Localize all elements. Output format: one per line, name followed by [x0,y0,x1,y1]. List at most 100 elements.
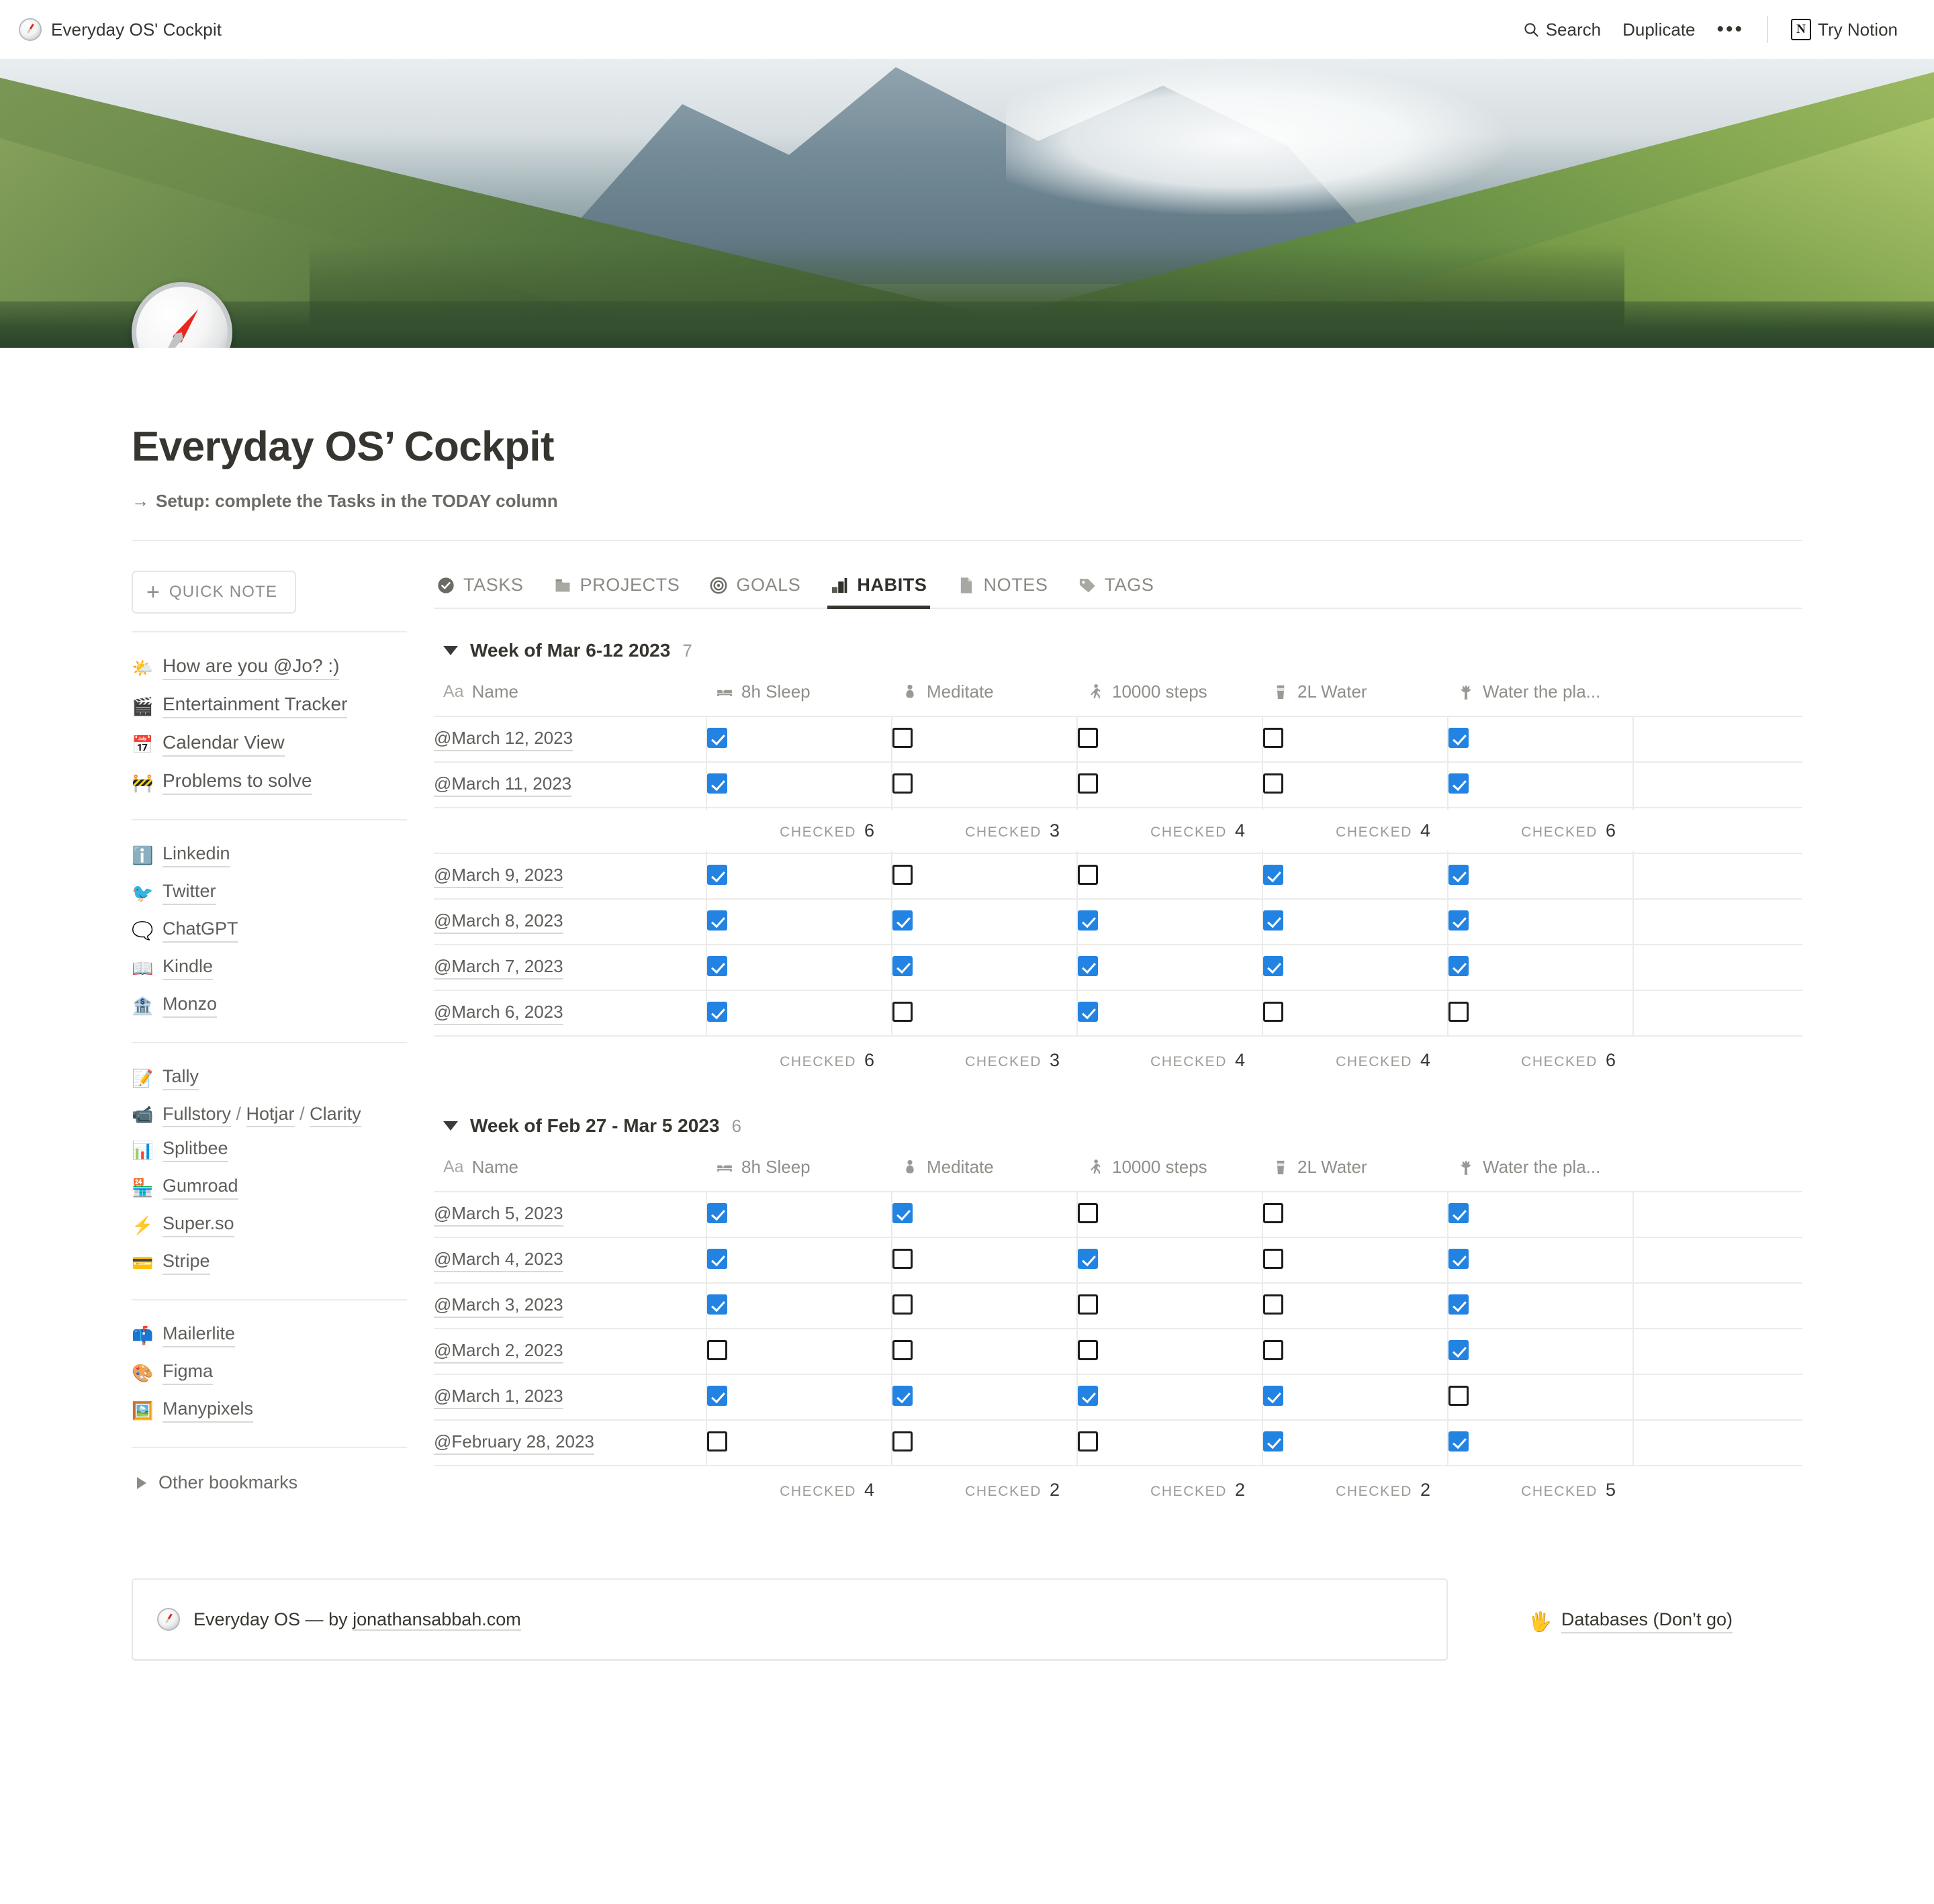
checkbox[interactable] [1448,955,1469,976]
table-row[interactable]: @March 4, 2023 [434,1237,1802,1283]
checkbox[interactable] [1448,1339,1469,1360]
habit-cell-meditate[interactable] [891,1192,1077,1237]
checkbox[interactable] [707,1202,727,1223]
habit-cell-8h-sleep[interactable] [706,762,892,808]
row-date-link[interactable]: @February 28, 2023 [434,1431,594,1455]
row-date-link[interactable]: @March 6, 2023 [434,1002,563,1025]
column-header-meditate[interactable]: Meditate [892,677,1077,716]
checkbox[interactable] [1078,818,1098,839]
checkbox[interactable] [1448,910,1469,931]
sidebar-item-super-so[interactable]: ⚡ Super.so [132,1206,407,1244]
habit-cell-water-the-pla[interactable] [1447,808,1633,853]
checkbox[interactable] [892,1385,913,1406]
habit-cell-8h-sleep[interactable] [706,990,892,1036]
try-notion-button[interactable]: N Try Notion [1780,15,1908,44]
checkbox[interactable] [892,910,913,931]
habit-cell-meditate[interactable] [891,1420,1077,1466]
checkbox[interactable] [892,727,913,748]
habit-cell-8h-sleep[interactable] [706,1192,892,1237]
checkbox[interactable] [1078,955,1098,976]
credit-link[interactable]: jonathansabbah.com [353,1609,521,1631]
column-header-10000-steps[interactable]: 10000 steps [1077,1153,1262,1192]
checkbox[interactable] [1448,1248,1469,1269]
checkbox[interactable] [1263,1248,1283,1269]
habit-cell-10000-steps[interactable] [1076,1420,1262,1466]
link-clarity[interactable]: Clarity [310,1104,361,1127]
summary-cell[interactable]: CHECKED 2 [892,1465,1077,1514]
summary-cell[interactable]: CHECKED 5 [1448,1465,1633,1514]
checkbox[interactable] [707,1248,727,1269]
habit-cell-2l-water[interactable] [1262,1374,1448,1420]
habit-cell-10000-steps[interactable] [1076,945,1262,990]
checkbox[interactable] [1448,1385,1469,1406]
sidebar-item-problems-to-solve[interactable]: 🚧 Problems to solve [132,763,407,802]
checkbox[interactable] [1263,1385,1283,1406]
summary-cell[interactable]: CHECKED 6 [1448,1035,1633,1084]
checkbox[interactable] [1263,910,1283,931]
habit-cell-8h-sleep[interactable] [706,1374,892,1420]
checkbox[interactable] [1078,1294,1098,1315]
link-hotjar[interactable]: Hotjar [246,1104,295,1127]
checkbox[interactable] [892,1001,913,1022]
sidebar-item-manypixels[interactable]: 🖼️ Manypixels [132,1392,407,1429]
habit-cell-water-the-pla[interactable] [1447,1283,1633,1329]
habit-cell-meditate[interactable] [891,990,1077,1036]
checkbox[interactable] [892,1431,913,1451]
checkbox[interactable] [1078,1202,1098,1223]
checkbox[interactable] [892,955,913,976]
habit-cell-meditate[interactable] [891,1283,1077,1329]
habit-cell-2l-water[interactable] [1262,1420,1448,1466]
sidebar-item-twitter[interactable]: 🐦 Twitter [132,874,407,912]
table-row[interactable]: @March 8, 2023 [434,899,1802,945]
checkbox[interactable] [1078,1001,1098,1022]
column-header-water-the-plants[interactable]: Water the pla... [1448,677,1633,716]
habit-cell-2l-water[interactable] [1262,808,1448,853]
checkbox[interactable] [892,864,913,885]
habit-cell-2l-water[interactable] [1262,945,1448,990]
habit-cell-8h-sleep[interactable] [706,1283,892,1329]
other-bookmarks-toggle[interactable]: Other bookmarks [132,1464,407,1493]
habit-cell-10000-steps[interactable] [1076,1329,1262,1374]
table-row[interactable]: @March 3, 2023 [434,1283,1802,1329]
sidebar-item-linkedin[interactable]: ℹ️ Linkedin [132,837,407,874]
habit-cell-water-the-pla[interactable] [1447,1420,1633,1466]
row-date-link[interactable]: @March 1, 2023 [434,1386,563,1409]
checkbox[interactable] [1448,773,1469,794]
summary-cell[interactable]: CHECKED 4 [1262,1035,1448,1084]
table-row[interactable]: @March 10, 2023 [434,808,1802,853]
sidebar-item-tally[interactable]: 📝 Tally [132,1059,407,1097]
habit-cell-2l-water[interactable] [1262,1283,1448,1329]
habit-cell-meditate[interactable] [891,899,1077,945]
column-header-10000-steps[interactable]: 10000 steps [1077,677,1262,716]
summary-cell[interactable]: CHECKED 2 [1262,1465,1448,1514]
habit-cell-10000-steps[interactable] [1076,899,1262,945]
checkbox[interactable] [1078,1385,1098,1406]
table-row[interactable]: @March 2, 2023 [434,1329,1802,1374]
checkbox[interactable] [1448,727,1469,748]
sidebar-item-figma[interactable]: 🎨 Figma [132,1354,407,1392]
row-date-link[interactable]: @March 12, 2023 [434,728,573,751]
checkbox[interactable] [1448,1202,1469,1223]
column-header-water-the-plants[interactable]: Water the pla... [1448,1153,1633,1192]
summary-cell[interactable]: CHECKED 2 [1077,1465,1262,1514]
quick-note-button[interactable]: + QUICK NOTE [132,571,297,614]
habit-cell-2l-water[interactable] [1262,853,1448,899]
column-header-2l-water[interactable]: 2L Water [1262,677,1448,716]
checkbox[interactable] [707,1385,727,1406]
checkbox[interactable] [892,1294,913,1315]
checkbox[interactable] [1448,1294,1469,1315]
table-row[interactable]: @March 11, 2023 [434,762,1802,808]
habit-cell-8h-sleep[interactable] [706,808,892,853]
checkbox[interactable] [707,1294,727,1315]
checkbox[interactable] [1263,955,1283,976]
column-header-name[interactable]: Aa Name [434,1153,706,1192]
habit-cell-10000-steps[interactable] [1076,853,1262,899]
row-date-link[interactable]: @March 4, 2023 [434,1249,563,1272]
habit-cell-meditate[interactable] [891,1237,1077,1283]
column-header-name[interactable]: Aa Name [434,677,706,716]
tab-habits[interactable]: HABITS [827,571,941,609]
habit-cell-water-the-pla[interactable] [1447,1192,1633,1237]
table-row[interactable]: @February 28, 2023 [434,1420,1802,1466]
checkbox[interactable] [1263,1202,1283,1223]
habit-cell-10000-steps[interactable] [1076,1283,1262,1329]
